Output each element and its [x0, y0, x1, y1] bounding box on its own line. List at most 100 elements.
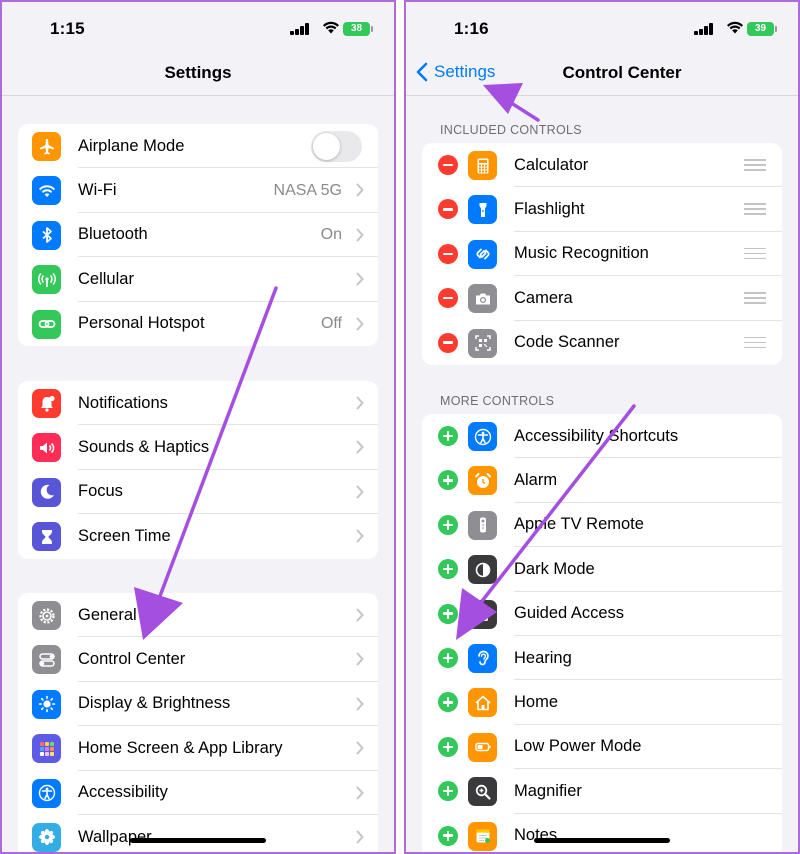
hourglass-icon	[32, 522, 61, 552]
status-bar: 1:16 39	[406, 2, 798, 60]
airplane-mode-toggle[interactable]	[311, 131, 362, 162]
qr-code-icon	[468, 328, 497, 358]
control-row-magnifier: Magnifier	[422, 769, 782, 814]
switches-icon	[32, 645, 61, 675]
remove-control-button[interactable]	[438, 288, 458, 309]
row-label: Sounds & Haptics	[78, 438, 210, 457]
accessibility-icon	[32, 778, 61, 808]
app-grid-icon	[32, 734, 61, 764]
control-label: Accessibility Shortcuts	[514, 426, 679, 445]
settings-screen: 1:15 38 Settings Airplane Mode Wi-Fi NASA …	[0, 0, 396, 854]
bell-icon	[32, 389, 61, 418]
control-center-screen: 1:16 39 Settings Control Center INCLUDED…	[404, 0, 800, 854]
settings-row-bluetooth[interactable]: Bluetooth On	[18, 213, 378, 258]
settings-row-focus[interactable]: Focus	[18, 470, 378, 515]
reorder-handle-icon[interactable]	[744, 159, 766, 171]
settings-row-airplane-mode[interactable]: Airplane Mode	[18, 124, 378, 169]
section-header-more: MORE CONTROLS	[440, 394, 555, 408]
nav-bar: Settings	[2, 60, 394, 94]
wifi-status-icon	[727, 21, 743, 34]
control-row-calculator: Calculator	[422, 143, 782, 188]
chevron-right-icon	[356, 697, 364, 711]
add-control-button[interactable]	[438, 603, 458, 624]
chevron-right-icon	[356, 652, 364, 666]
page-title: Settings	[164, 63, 232, 82]
chevron-right-icon	[356, 786, 364, 800]
control-row-dark-mode: Dark Mode	[422, 547, 782, 592]
magnifier-icon	[468, 777, 497, 807]
battery-icon: 38	[343, 22, 373, 36]
settings-row-personal-hotspot[interactable]: Personal Hotspot Off	[18, 302, 378, 346]
control-row-apple-tv-remote: Apple TV Remote	[422, 503, 782, 548]
settings-row-sounds-and-haptics[interactable]: Sounds & Haptics	[18, 425, 378, 470]
add-control-button[interactable]	[438, 692, 458, 713]
settings-row-cellular[interactable]: Cellular	[18, 257, 378, 302]
flashlight-icon	[468, 195, 497, 225]
cellular-signal-icon	[694, 23, 714, 35]
settings-row-control-center[interactable]: Control Center	[18, 637, 378, 682]
chevron-right-icon	[356, 608, 364, 622]
settings-row-general[interactable]: General	[18, 593, 378, 638]
chevron-right-icon	[356, 272, 364, 286]
add-control-button[interactable]	[438, 825, 458, 846]
row-label: Screen Time	[78, 526, 171, 545]
reorder-handle-icon[interactable]	[744, 292, 766, 304]
settings-group-notifications: Notifications Sounds & Haptics Focus Screen…	[18, 381, 378, 559]
settings-row-wi-fi[interactable]: Wi-Fi NASA 5G	[18, 168, 378, 213]
reorder-handle-icon[interactable]	[744, 203, 766, 215]
shazam-icon	[468, 239, 497, 269]
add-control-button[interactable]	[438, 736, 458, 757]
chevron-left-icon	[416, 62, 428, 82]
cellular-signal-icon	[290, 23, 310, 35]
reorder-handle-icon[interactable]	[744, 247, 766, 260]
row-value: Off	[320, 314, 342, 332]
home-indicator	[130, 838, 266, 843]
reorder-handle-icon[interactable]	[744, 336, 766, 349]
settings-row-notifications[interactable]: Notifications	[18, 381, 378, 426]
control-label: Home	[514, 693, 559, 712]
chevron-right-icon	[356, 440, 364, 454]
settings-row-display-and-brightness[interactable]: Display & Brightness	[18, 682, 378, 727]
add-control-button[interactable]	[438, 514, 458, 535]
chevron-right-icon	[356, 529, 364, 543]
remove-control-button[interactable]	[438, 243, 458, 264]
control-label: Magnifier	[514, 781, 582, 800]
alarm-clock-icon	[468, 466, 497, 496]
dark-mode-icon	[468, 555, 497, 585]
control-label: Flashlight	[514, 200, 585, 219]
accessibility-icon	[468, 422, 497, 451]
row-label: Focus	[78, 482, 123, 501]
settings-row-screen-time[interactable]: Screen Time	[18, 514, 378, 558]
chevron-right-icon	[356, 830, 364, 844]
chevron-right-icon	[356, 183, 364, 197]
status-time: 1:15	[50, 19, 85, 38]
control-row-accessibility-shortcuts: Accessibility Shortcuts	[422, 414, 782, 459]
settings-row-accessibility[interactable]: Accessibility	[18, 771, 378, 815]
add-control-button[interactable]	[438, 559, 458, 580]
remove-control-button[interactable]	[438, 332, 458, 353]
more-controls-list: Accessibility Shortcuts Alarm Apple TV Rem…	[422, 414, 782, 852]
control-row-notes: Notes	[422, 814, 782, 852]
add-control-button[interactable]	[438, 647, 458, 668]
remove-control-button[interactable]	[438, 199, 458, 220]
settings-group-general: General Control Center Display & Brightnes…	[18, 593, 378, 852]
control-label: Dark Mode	[514, 559, 595, 578]
row-label: Bluetooth	[78, 225, 148, 244]
row-label: Control Center	[78, 650, 186, 669]
bluetooth-icon	[32, 220, 61, 250]
add-control-button[interactable]	[438, 781, 458, 802]
control-row-music-recognition: Music Recognition	[422, 232, 782, 277]
add-control-button[interactable]	[438, 426, 458, 446]
chevron-right-icon	[356, 485, 364, 499]
remove-control-button[interactable]	[438, 155, 458, 175]
calculator-icon	[468, 151, 497, 180]
included-controls-list: Calculator Flashlight Music Recognition Cam…	[422, 143, 782, 365]
settings-row-home-screen-and-app-library[interactable]: Home Screen & App Library	[18, 726, 378, 771]
control-row-code-scanner: Code Scanner	[422, 321, 782, 365]
nav-bar: Settings Control Center	[406, 60, 798, 94]
settings-row-wallpaper[interactable]: Wallpaper	[18, 815, 378, 852]
airplane-icon	[32, 132, 61, 161]
add-control-button[interactable]	[438, 470, 458, 491]
control-label: Low Power Mode	[514, 737, 642, 756]
control-label: Alarm	[514, 471, 558, 490]
